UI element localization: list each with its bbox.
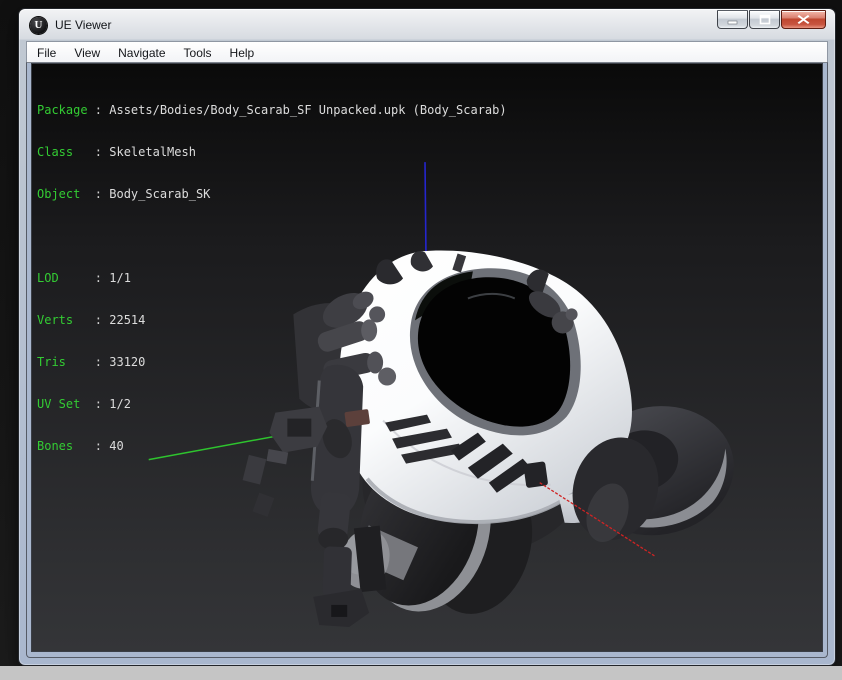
close-icon <box>797 14 810 25</box>
maximize-icon <box>759 14 771 25</box>
menu-item-tools[interactable]: Tools <box>175 44 221 62</box>
ue-viewer-window: U UE Viewer File View Navig <box>18 8 836 666</box>
menu-item-navigate[interactable]: Navigate <box>109 44 174 62</box>
maximize-button[interactable] <box>749 10 780 29</box>
window-controls <box>716 10 826 29</box>
overlay-row-lod: LOD:1/1 <box>37 271 507 285</box>
window-title: UE Viewer <box>55 18 111 32</box>
desktop-background-strip <box>0 666 842 680</box>
menu-item-view[interactable]: View <box>65 44 109 62</box>
menu-item-file[interactable]: File <box>28 44 65 62</box>
client-frame: Package:Assets/Bodies/Body_Scarab_SF Unp… <box>26 62 828 658</box>
overlay-row-verts: Verts:22514 <box>37 313 507 327</box>
minimize-button[interactable] <box>717 10 748 29</box>
unreal-logo-icon: U <box>30 17 47 34</box>
viewport-3d[interactable]: Package:Assets/Bodies/Body_Scarab_SF Unp… <box>31 63 823 652</box>
overlay-row-bones: Bones:40 <box>37 439 507 453</box>
menu-item-help[interactable]: Help <box>221 44 264 62</box>
close-button[interactable] <box>781 10 826 29</box>
overlay-row-uvset: UV Set:1/2 <box>37 397 507 411</box>
overlay-row-object: Object:Body_Scarab_SK <box>37 187 507 201</box>
titlebar[interactable]: U UE Viewer <box>19 9 835 41</box>
minimize-icon <box>727 15 739 25</box>
mesh-info-overlay: Package:Assets/Bodies/Body_Scarab_SF Unp… <box>37 75 507 481</box>
overlay-row-tris: Tris:33120 <box>37 355 507 369</box>
menu-bar: File View Navigate Tools Help <box>26 41 828 63</box>
overlay-row-package: Package:Assets/Bodies/Body_Scarab_SF Unp… <box>37 103 507 117</box>
overlay-row-class: Class:SkeletalMesh <box>37 145 507 159</box>
